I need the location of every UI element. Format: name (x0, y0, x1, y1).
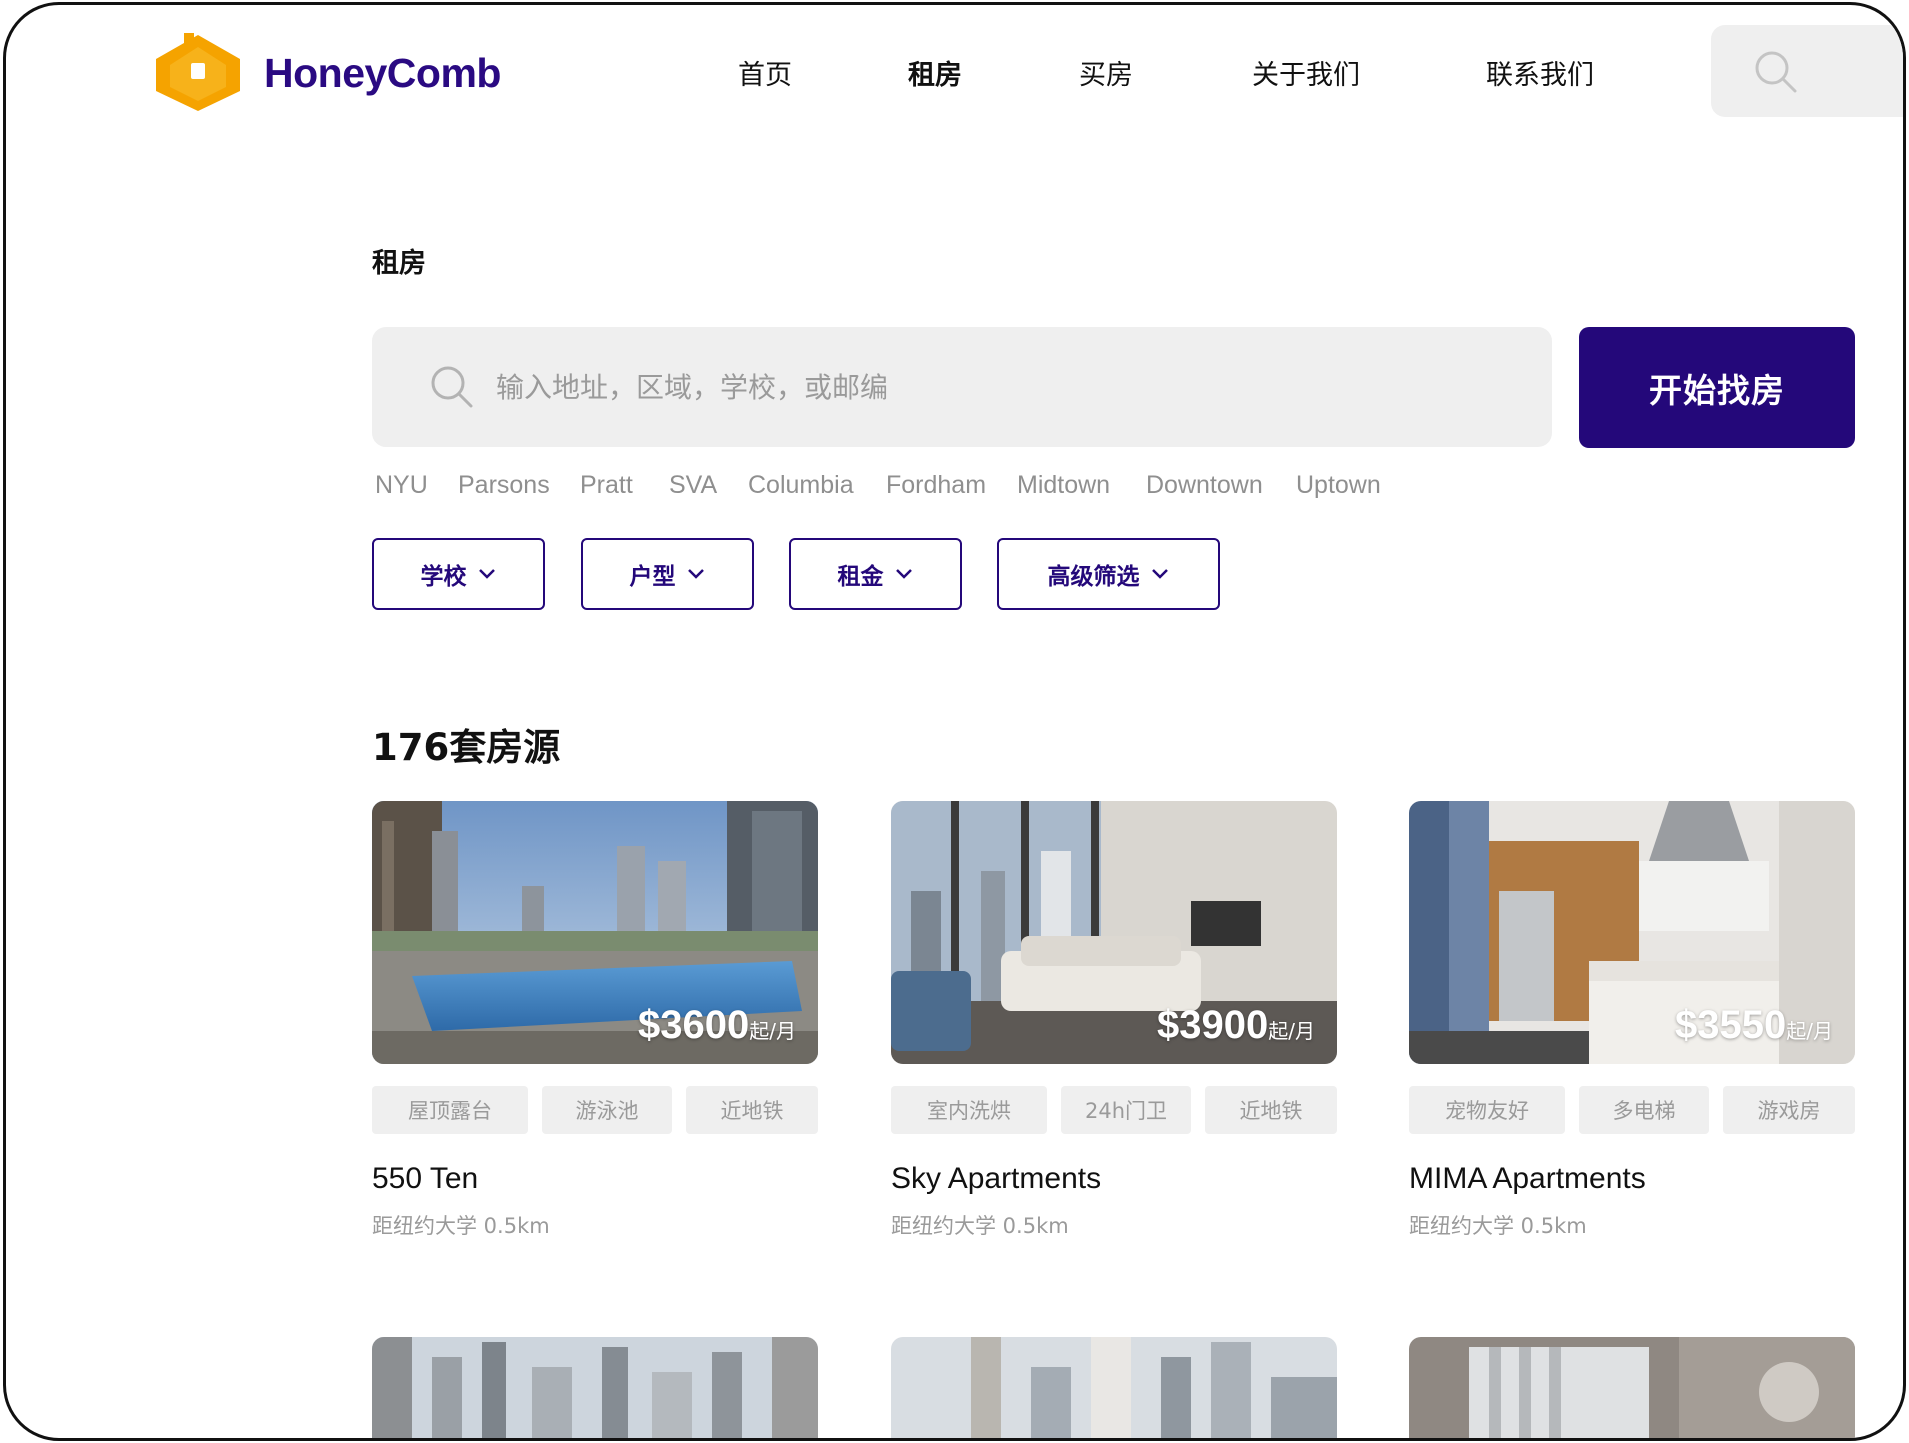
main-nav: 首页 租房 买房 关于我们 联系我们 (6, 53, 1903, 93)
amenity-tag: 多电梯 (1579, 1086, 1709, 1134)
listing-card[interactable]: $3550起/月 宠物友好 多电梯 游戏房 MIMA Apartments 距纽… (1409, 801, 1855, 1240)
listing-photo[interactable]: $3900起/月 (891, 801, 1337, 1064)
listing-distance: 距纽约大学 0.5km (1409, 1214, 1587, 1238)
chevron-down-icon (687, 569, 704, 579)
listing-price: $3600起/月 (638, 1003, 796, 1047)
search-input[interactable] (496, 357, 1496, 417)
filter-school-dropdown[interactable]: 学校 (372, 538, 545, 610)
amenity-tag: 近地铁 (1205, 1086, 1337, 1134)
browser-frame: HoneyComb 首页 租房 买房 关于我们 联系我们 租房 开始找房 NYU… (3, 2, 1906, 1441)
listing-card[interactable]: $3900起/月 室内洗烘 24h门卫 近地铁 Sky Apartments 距… (891, 801, 1337, 1240)
quick-tag[interactable]: Downtown (1146, 471, 1263, 500)
quick-tag[interactable]: NYU (375, 471, 428, 500)
filter-label: 户型 (629, 564, 676, 590)
filter-label: 学校 (420, 564, 467, 590)
amenity-tag: 宠物友好 (1409, 1086, 1565, 1134)
amenity-tag: 游戏房 (1723, 1086, 1855, 1134)
listing-name[interactable]: 550 Ten (372, 1162, 818, 1196)
nav-item-about[interactable]: 关于我们 (1252, 53, 1360, 92)
listing-photo[interactable]: $3600起/月 (372, 801, 818, 1064)
amenity-tag: 24h门卫 (1061, 1086, 1191, 1134)
nav-item-buy[interactable]: 买房 (1079, 53, 1133, 92)
listing-price: $3900起/月 (1157, 1003, 1315, 1047)
listing-photo[interactable]: $3550起/月 (1409, 801, 1855, 1064)
listing-price: $3550起/月 (1675, 1003, 1833, 1047)
quick-tag[interactable]: Fordham (886, 471, 986, 500)
start-search-button[interactable]: 开始找房 (1579, 327, 1855, 448)
listing-distance: 距纽约大学 0.5km (372, 1214, 550, 1238)
quick-tag[interactable]: Parsons (458, 471, 550, 500)
filter-unit-type-dropdown[interactable]: 户型 (581, 538, 754, 610)
quick-tag[interactable]: Uptown (1296, 471, 1381, 500)
chevron-down-icon (1151, 569, 1168, 579)
nav-item-rent[interactable]: 租房 (908, 53, 962, 92)
chevron-down-icon (895, 569, 912, 579)
search-icon (431, 366, 473, 408)
results-count: 176套房源 (372, 726, 561, 769)
filter-advanced-dropdown[interactable]: 高级筛选 (997, 538, 1220, 610)
filter-label: 高级筛选 (1047, 564, 1140, 590)
listing-name[interactable]: Sky Apartments (891, 1162, 1337, 1196)
nav-item-home[interactable]: 首页 (738, 53, 792, 92)
header-search-button[interactable] (1711, 25, 1903, 117)
amenity-tag: 游泳池 (542, 1086, 672, 1134)
quick-tag[interactable]: SVA (669, 471, 717, 500)
filter-rent-dropdown[interactable]: 租金 (789, 538, 962, 610)
listing-name[interactable]: MIMA Apartments (1409, 1162, 1855, 1196)
listing-distance: 距纽约大学 0.5km (891, 1214, 1069, 1238)
listing-photo[interactable] (1409, 1337, 1855, 1438)
nav-item-contact[interactable]: 联系我们 (1486, 53, 1594, 92)
search-bar (372, 327, 1552, 447)
search-icon (1755, 51, 1797, 93)
chevron-down-icon (478, 569, 495, 579)
listing-photo[interactable] (891, 1337, 1337, 1438)
amenity-tag: 近地铁 (686, 1086, 818, 1134)
quick-tag[interactable]: Pratt (580, 471, 633, 500)
amenity-tag: 屋顶露台 (372, 1086, 528, 1134)
listing-photo[interactable] (372, 1337, 818, 1438)
section-title: 租房 (372, 248, 426, 279)
quick-tag[interactable]: Columbia (748, 471, 854, 500)
filter-label: 租金 (837, 564, 884, 590)
amenity-tag: 室内洗烘 (891, 1086, 1047, 1134)
listing-card[interactable]: $3600起/月 屋顶露台 游泳池 近地铁 550 Ten 距纽约大学 0.5k… (372, 801, 818, 1240)
quick-tag[interactable]: Midtown (1017, 471, 1110, 500)
